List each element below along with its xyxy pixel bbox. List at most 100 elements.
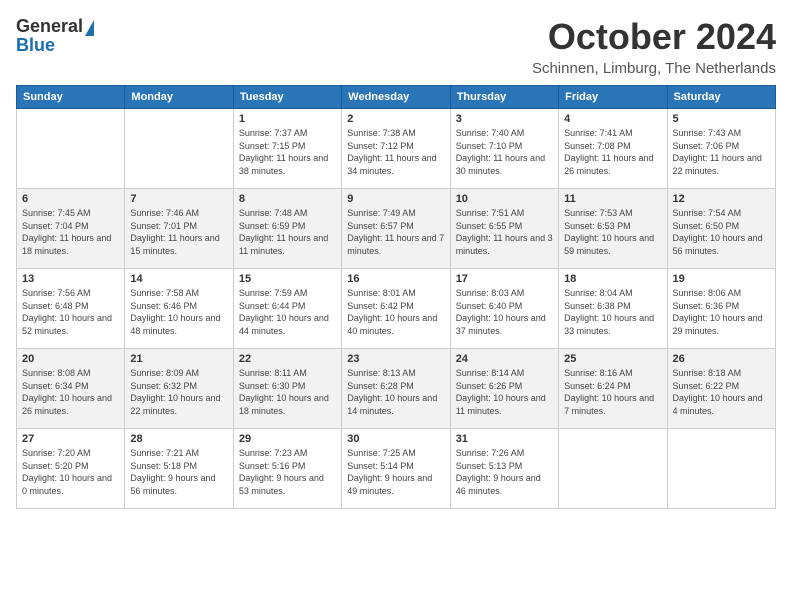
day-info: Sunrise: 7:46 AM Sunset: 7:01 PM Dayligh…	[130, 207, 227, 257]
calendar-day-cell	[667, 429, 775, 509]
day-info: Sunrise: 7:25 AM Sunset: 5:14 PM Dayligh…	[347, 447, 444, 497]
calendar-day-cell	[125, 109, 233, 189]
logo: General Blue	[16, 16, 94, 56]
day-info: Sunrise: 7:37 AM Sunset: 7:15 PM Dayligh…	[239, 127, 336, 177]
day-header-saturday: Saturday	[667, 86, 775, 109]
calendar-day-cell: 14 Sunrise: 7:58 AM Sunset: 6:46 PM Dayli…	[125, 269, 233, 349]
day-info: Sunrise: 8:08 AM Sunset: 6:34 PM Dayligh…	[22, 367, 119, 417]
calendar-day-cell: 6Sunrise: 7:45 AM Sunset: 7:04 PM Daylig…	[17, 189, 125, 269]
calendar-day-cell: 10 Sunrise: 7:51 AM Sunset: 6:55 PM Dayli…	[450, 189, 558, 269]
calendar-day-cell: 7Sunrise: 7:46 AM Sunset: 7:01 PM Daylig…	[125, 189, 233, 269]
day-info: Sunrise: 7:20 AM Sunset: 5:20 PM Dayligh…	[22, 447, 119, 497]
day-info: Sunrise: 7:56 AM Sunset: 6:48 PM Dayligh…	[22, 287, 119, 337]
calendar-day-cell: 22Sunrise: 8:11 AM Sunset: 6:30 PM Dayli…	[233, 349, 341, 429]
logo-blue-text: Blue	[16, 35, 55, 56]
calendar-day-cell: 17 Sunrise: 8:03 AM Sunset: 6:40 PM Dayli…	[450, 269, 558, 349]
calendar-day-cell: 25Sunrise: 8:16 AM Sunset: 6:24 PM Dayli…	[559, 349, 667, 429]
calendar-day-cell: 9 Sunrise: 7:49 AM Sunset: 6:57 PM Daylig…	[342, 189, 450, 269]
day-info: Sunrise: 8:01 AM Sunset: 6:42 PM Dayligh…	[347, 287, 444, 337]
day-number: 15	[239, 273, 336, 285]
calendar-day-cell: 26 Sunrise: 8:18 AM Sunset: 6:22 PM Dayli…	[667, 349, 775, 429]
day-number: 21	[130, 353, 227, 365]
day-info: Sunrise: 7:26 AM Sunset: 5:13 PM Dayligh…	[456, 447, 553, 497]
day-info: Sunrise: 7:21 AM Sunset: 5:18 PM Dayligh…	[130, 447, 227, 497]
calendar-day-cell: 4 Sunrise: 7:41 AM Sunset: 7:08 PM Daylig…	[559, 109, 667, 189]
day-number: 29	[239, 433, 336, 445]
location-title: Schinnen, Limburg, The Netherlands	[532, 60, 776, 77]
calendar-day-cell: 12 Sunrise: 7:54 AM Sunset: 6:50 PM Dayli…	[667, 189, 775, 269]
calendar-day-cell: 11 Sunrise: 7:53 AM Sunset: 6:53 PM Dayli…	[559, 189, 667, 269]
day-info: Sunrise: 8:18 AM Sunset: 6:22 PM Dayligh…	[673, 367, 770, 417]
day-number: 4	[564, 113, 661, 125]
day-number: 18	[564, 273, 661, 285]
day-info: Sunrise: 8:06 AM Sunset: 6:36 PM Dayligh…	[673, 287, 770, 337]
day-info: Sunrise: 7:53 AM Sunset: 6:53 PM Dayligh…	[564, 207, 661, 257]
day-number: 5	[673, 113, 770, 125]
calendar-day-cell: 24 Sunrise: 8:14 AM Sunset: 6:26 PM Dayli…	[450, 349, 558, 429]
calendar-day-cell: 19 Sunrise: 8:06 AM Sunset: 6:36 PM Dayli…	[667, 269, 775, 349]
day-info: Sunrise: 7:41 AM Sunset: 7:08 PM Dayligh…	[564, 127, 661, 177]
day-header-thursday: Thursday	[450, 86, 558, 109]
calendar-day-cell: 5Sunrise: 7:43 AM Sunset: 7:06 PM Daylig…	[667, 109, 775, 189]
calendar: SundayMondayTuesdayWednesdayThursdayFrid…	[16, 85, 776, 509]
day-header-monday: Monday	[125, 86, 233, 109]
day-number: 12	[673, 193, 770, 205]
calendar-week-row: 1Sunrise: 7:37 AM Sunset: 7:15 PM Daylig…	[17, 109, 776, 189]
day-info: Sunrise: 8:09 AM Sunset: 6:32 PM Dayligh…	[130, 367, 227, 417]
calendar-day-cell: 18 Sunrise: 8:04 AM Sunset: 6:38 PM Dayli…	[559, 269, 667, 349]
day-number: 28	[130, 433, 227, 445]
calendar-week-row: 20 Sunrise: 8:08 AM Sunset: 6:34 PM Dayli…	[17, 349, 776, 429]
day-info: Sunrise: 7:59 AM Sunset: 6:44 PM Dayligh…	[239, 287, 336, 337]
day-info: Sunrise: 7:23 AM Sunset: 5:16 PM Dayligh…	[239, 447, 336, 497]
calendar-day-cell: 1Sunrise: 7:37 AM Sunset: 7:15 PM Daylig…	[233, 109, 341, 189]
day-info: Sunrise: 7:48 AM Sunset: 6:59 PM Dayligh…	[239, 207, 336, 257]
day-number: 19	[673, 273, 770, 285]
logo-triangle-icon	[85, 20, 94, 36]
day-info: Sunrise: 8:14 AM Sunset: 6:26 PM Dayligh…	[456, 367, 553, 417]
day-info: Sunrise: 7:51 AM Sunset: 6:55 PM Dayligh…	[456, 207, 553, 257]
day-number: 30	[347, 433, 444, 445]
calendar-day-cell: 28 Sunrise: 7:21 AM Sunset: 5:18 PM Dayli…	[125, 429, 233, 509]
day-number: 10	[456, 193, 553, 205]
day-number: 3	[456, 113, 553, 125]
calendar-day-cell	[559, 429, 667, 509]
calendar-day-cell: 30 Sunrise: 7:25 AM Sunset: 5:14 PM Dayli…	[342, 429, 450, 509]
logo-general-text: General	[16, 16, 83, 37]
day-info: Sunrise: 7:58 AM Sunset: 6:46 PM Dayligh…	[130, 287, 227, 337]
day-number: 16	[347, 273, 444, 285]
calendar-header-row: SundayMondayTuesdayWednesdayThursdayFrid…	[17, 86, 776, 109]
day-number: 31	[456, 433, 553, 445]
calendar-day-cell: 27 Sunrise: 7:20 AM Sunset: 5:20 PM Dayli…	[17, 429, 125, 509]
calendar-week-row: 27 Sunrise: 7:20 AM Sunset: 5:20 PM Dayli…	[17, 429, 776, 509]
calendar-day-cell: 3 Sunrise: 7:40 AM Sunset: 7:10 PM Daylig…	[450, 109, 558, 189]
day-number: 11	[564, 193, 661, 205]
calendar-day-cell: 2 Sunrise: 7:38 AM Sunset: 7:12 PM Daylig…	[342, 109, 450, 189]
day-info: Sunrise: 7:49 AM Sunset: 6:57 PM Dayligh…	[347, 207, 444, 257]
header: General Blue October 2024 Schinnen, Limb…	[16, 16, 776, 77]
day-info: Sunrise: 7:45 AM Sunset: 7:04 PM Dayligh…	[22, 207, 119, 257]
day-info: Sunrise: 8:04 AM Sunset: 6:38 PM Dayligh…	[564, 287, 661, 337]
calendar-day-cell: 23Sunrise: 8:13 AM Sunset: 6:28 PM Dayli…	[342, 349, 450, 429]
day-info: Sunrise: 7:54 AM Sunset: 6:50 PM Dayligh…	[673, 207, 770, 257]
day-header-wednesday: Wednesday	[342, 86, 450, 109]
day-header-sunday: Sunday	[17, 86, 125, 109]
day-number: 9	[347, 193, 444, 205]
day-number: 13	[22, 273, 119, 285]
day-number: 20	[22, 353, 119, 365]
day-number: 17	[456, 273, 553, 285]
day-number: 2	[347, 113, 444, 125]
day-number: 27	[22, 433, 119, 445]
day-number: 24	[456, 353, 553, 365]
calendar-day-cell	[17, 109, 125, 189]
day-number: 26	[673, 353, 770, 365]
day-number: 14	[130, 273, 227, 285]
day-info: Sunrise: 7:38 AM Sunset: 7:12 PM Dayligh…	[347, 127, 444, 177]
calendar-day-cell: 20 Sunrise: 8:08 AM Sunset: 6:34 PM Dayli…	[17, 349, 125, 429]
month-title: October 2024	[532, 16, 776, 58]
calendar-day-cell: 16 Sunrise: 8:01 AM Sunset: 6:42 PM Dayli…	[342, 269, 450, 349]
calendar-day-cell: 21 Sunrise: 8:09 AM Sunset: 6:32 PM Dayli…	[125, 349, 233, 429]
day-info: Sunrise: 7:40 AM Sunset: 7:10 PM Dayligh…	[456, 127, 553, 177]
day-info: Sunrise: 8:03 AM Sunset: 6:40 PM Dayligh…	[456, 287, 553, 337]
calendar-day-cell: 31 Sunrise: 7:26 AM Sunset: 5:13 PM Dayli…	[450, 429, 558, 509]
title-section: October 2024 Schinnen, Limburg, The Neth…	[532, 16, 776, 77]
